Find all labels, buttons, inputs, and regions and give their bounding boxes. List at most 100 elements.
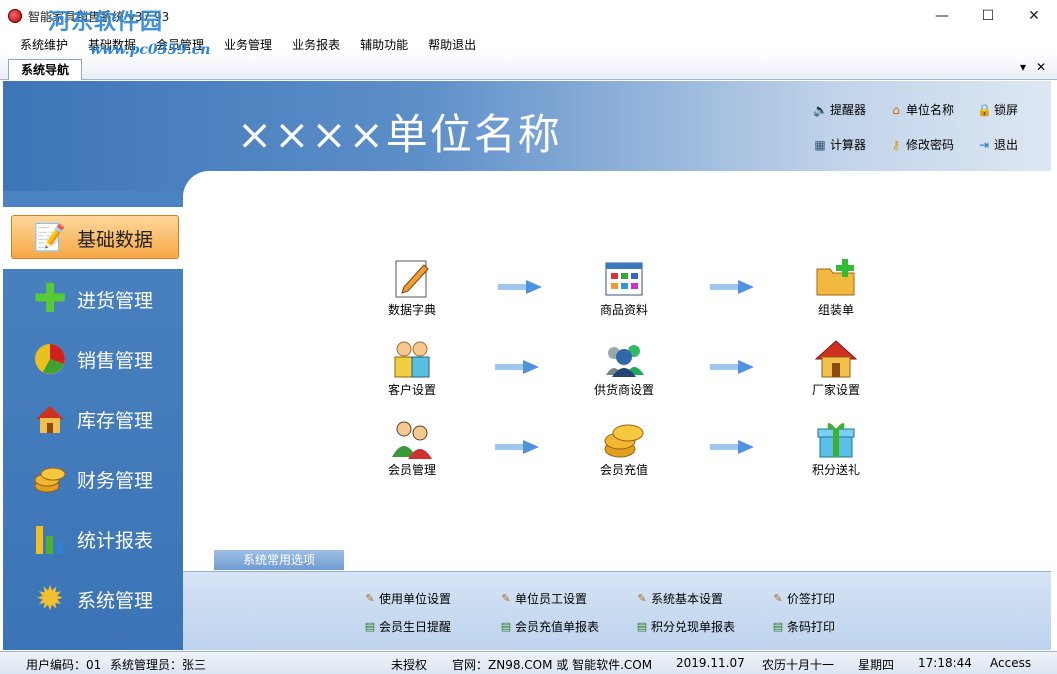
option-recharge-report[interactable]: ▤ 会员充值单报表 [499, 618, 599, 635]
option-price-tag-print[interactable]: ✎ 价签打印 [771, 590, 835, 607]
sidebar-item-label: 库存管理 [77, 409, 154, 432]
users-icon [390, 337, 434, 381]
sidebar-item-purchase[interactable]: ✚ 进货管理 [3, 269, 183, 329]
flow-node-label: 积分送礼 [811, 463, 860, 477]
sidebar-item-label: 进货管理 [77, 289, 154, 312]
option-staff-settings[interactable]: ✎ 单位员工设置 [499, 590, 587, 607]
status-website: 官网：ZN98.COM 或 智能软件.COM [452, 658, 653, 672]
flow-customer-settings[interactable]: 客户设置 [357, 337, 467, 398]
house-icon [33, 402, 67, 436]
flow-member-recharge[interactable]: 会员充值 [569, 417, 679, 478]
app-icon [8, 9, 22, 23]
common-options-panel: ✎ 使用单位设置 ✎ 单位员工设置 ✎ 系统基本设置 ✎ 价签打印 ▤ 会员生日… [183, 571, 1051, 650]
main-area: ××××单位名称 🔈 提醒器 ⌂ 单位名称 🔒 锁屏 ▦ 计算器 ⚷ 修改密码 … [3, 81, 1051, 650]
flow-arrow [498, 280, 542, 294]
status-database: Access [990, 656, 1032, 670]
lock-screen-tool[interactable]: 🔒 锁屏 [977, 101, 1018, 118]
gear-icon: ✹ [35, 579, 65, 619]
option-label: 积分兑现单报表 [651, 620, 736, 634]
menu-business-management[interactable]: 业务管理 [214, 36, 282, 53]
sidebar-item-label: 基础数据 [77, 228, 154, 251]
sidebar-item-inventory[interactable]: 库存管理 [3, 389, 183, 449]
gift-icon [814, 417, 858, 461]
reminder-tool[interactable]: 🔈 提醒器 [813, 101, 866, 118]
flow-data-dictionary[interactable]: 数据字典 [357, 257, 467, 318]
option-label: 单位员工设置 [515, 592, 588, 606]
sidebar-item-system[interactable]: ✹ 系统管理 [3, 569, 183, 629]
flow-arrow [710, 280, 754, 294]
report-icon: ▤ [364, 619, 376, 633]
plus-icon: ✚ [33, 276, 67, 322]
report-icon: ▤ [772, 619, 784, 633]
coins-icon [33, 462, 67, 496]
house-icon [814, 337, 858, 381]
report-icon: ▤ [500, 619, 512, 633]
watermark-url: www.pc0359.cn [90, 42, 211, 58]
flow-assembly-order[interactable]: 组装单 [781, 257, 891, 318]
status-operator: 系统管理员：张三 [110, 658, 207, 672]
flow-product-info[interactable]: 商品资料 [569, 257, 679, 318]
option-birthday-reminder[interactable]: ▤ 会员生日提醒 [363, 618, 451, 635]
minimize-button[interactable]: — [919, 0, 965, 32]
flow-manufacturer-settings[interactable]: 厂家设置 [781, 337, 891, 398]
flow-arrow [495, 360, 539, 374]
menu-auxiliary[interactable]: 辅助功能 [350, 36, 418, 53]
unit-name-tool[interactable]: ⌂ 单位名称 [889, 101, 954, 118]
common-options-tab[interactable]: 系统常用选项 [214, 550, 344, 570]
option-label: 系统基本设置 [651, 592, 724, 606]
option-label: 价签打印 [787, 592, 836, 606]
folder-add-icon [814, 257, 858, 301]
sidebar-item-finance[interactable]: 财务管理 [3, 449, 183, 509]
flow-node-label: 商品资料 [599, 303, 648, 317]
sidebar-item-statistics[interactable]: 统计报表 [3, 509, 183, 569]
tab-system-navigation[interactable]: 系统导航 [8, 59, 83, 80]
flow-member-management[interactable]: 会员管理 [357, 417, 467, 478]
tab-close-icon[interactable]: ✕ [1036, 60, 1046, 74]
flow-arrow [710, 440, 754, 454]
status-license: 未授权 [391, 658, 428, 672]
change-password-label: 修改密码 [906, 138, 955, 152]
calculator-tool[interactable]: ▦ 计算器 [813, 136, 866, 153]
settings-doc-icon: ✎ [501, 591, 511, 605]
tab-dropdown-icon[interactable]: ▾ [1020, 60, 1026, 74]
settings-doc-icon: ✎ [637, 591, 647, 605]
flow-node-label: 会员充值 [599, 463, 648, 477]
change-password-tool[interactable]: ⚷ 修改密码 [889, 136, 954, 153]
option-label: 使用单位设置 [379, 592, 452, 606]
exit-label: 退出 [994, 138, 1019, 152]
flow-supplier-settings[interactable]: 供货商设置 [569, 337, 679, 398]
exit-tool[interactable]: ⇥ 退出 [977, 136, 1018, 153]
flow-arrow [495, 440, 539, 454]
status-date: 2019.11.07 [676, 656, 745, 670]
title-bar: 智能家具销售系统 v37.93 河东软件园 — ☐ ✕ [0, 0, 1057, 35]
maximize-button[interactable]: ☐ [965, 0, 1011, 32]
flow-node-label: 会员管理 [387, 463, 436, 477]
key-icon: ⚷ [891, 137, 901, 152]
flow-node-label: 客户设置 [387, 383, 436, 397]
sidebar-item-sales[interactable]: 销售管理 [3, 329, 183, 389]
lock-screen-label: 锁屏 [994, 103, 1019, 117]
status-time: 17:18:44 [918, 656, 972, 670]
option-unit-settings[interactable]: ✎ 使用单位设置 [363, 590, 451, 607]
status-lunar-date: 农历十月十一 [762, 658, 835, 672]
menu-help-exit[interactable]: 帮助退出 [418, 36, 486, 53]
settings-doc-icon: ✎ [773, 591, 783, 605]
close-button[interactable]: ✕ [1011, 0, 1057, 32]
group-icon [602, 337, 646, 381]
flow-node-label: 供货商设置 [593, 383, 654, 397]
option-barcode-print[interactable]: ▤ 条码打印 [771, 618, 835, 635]
option-label: 会员充值单报表 [515, 620, 600, 634]
calculator-label: 计算器 [830, 138, 867, 152]
menu-business-reports[interactable]: 业务报表 [282, 36, 350, 53]
flow-points-gift[interactable]: 积分送礼 [781, 417, 891, 478]
settings-doc-icon: ✎ [365, 591, 375, 605]
menu-system-maintenance[interactable]: 系统维护 [10, 36, 78, 53]
flow-node-label: 厂家设置 [811, 383, 860, 397]
status-user-code: 用户编码：01 [26, 658, 102, 672]
option-points-report[interactable]: ▤ 积分兑现单报表 [635, 618, 735, 635]
option-system-settings[interactable]: ✎ 系统基本设置 [635, 590, 723, 607]
notepad-icon [390, 257, 434, 301]
sidebar-item-basic-data[interactable]: 📝 基础数据 [3, 207, 183, 269]
flow-node-label: 数据字典 [387, 303, 436, 317]
grid-window-icon [602, 257, 646, 301]
